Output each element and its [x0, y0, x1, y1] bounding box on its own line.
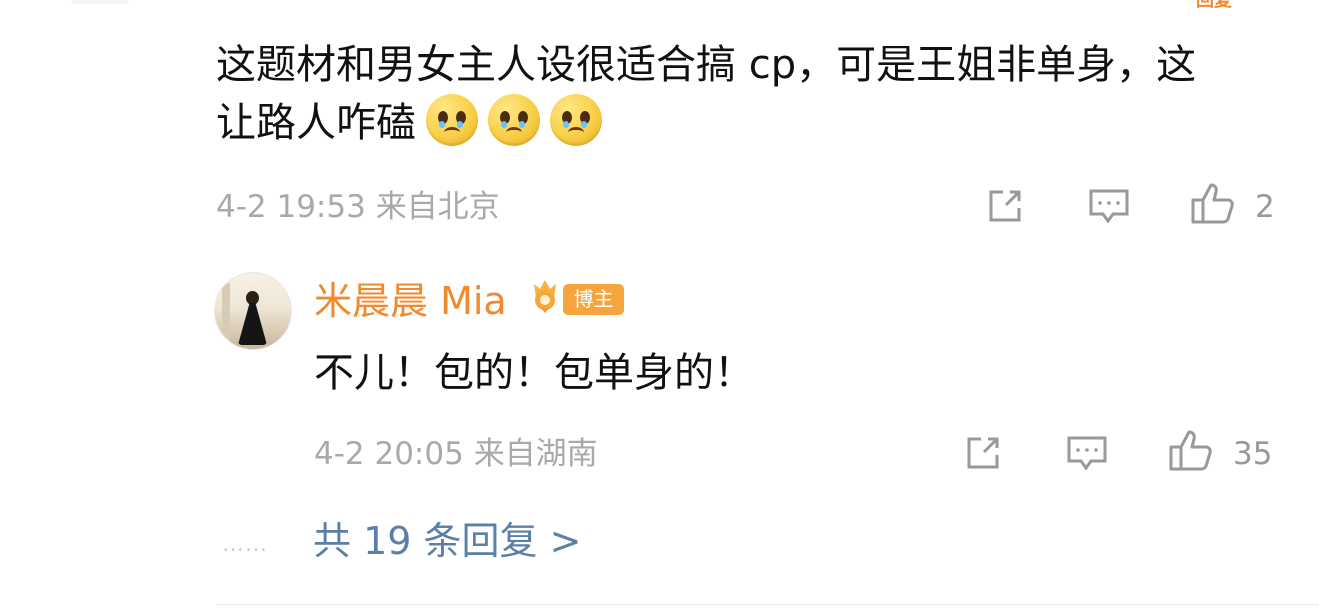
- like-button[interactable]: [1187, 181, 1239, 227]
- comment-icon: [1089, 189, 1129, 224]
- reply-text: 不儿！包的！包单身的！: [314, 350, 754, 396]
- view-replies-link[interactable]: 共 19 条回复 >: [313, 517, 581, 565]
- comment-date-time: 4-2 19:53: [216, 189, 366, 225]
- reply-meta: 4-2 20:05 来自湖南: [314, 434, 598, 474]
- comment-location: 来自北京: [375, 189, 500, 225]
- blogger-badge: 博主: [563, 284, 624, 315]
- crying-face-emoji-icon: [488, 94, 540, 146]
- comment-body: 这题材和男女主人设很适合搞 cp，可是王姐非单身，这让路人咋磕: [216, 42, 1197, 146]
- comment-button[interactable]: [1085, 185, 1133, 227]
- reply-comment-button[interactable]: [1063, 432, 1111, 474]
- comment-text: 这题材和男女主人设很适合搞 cp，可是王姐非单身，这让路人咋磕: [216, 36, 1216, 152]
- reply-location: 来自湖南: [473, 436, 598, 472]
- crying-face-emoji-icon: [426, 94, 478, 146]
- replies-dots: ……: [222, 532, 268, 557]
- avatar-pillar-shape: [222, 283, 230, 345]
- share-icon: [967, 437, 999, 469]
- reply-username[interactable]: 米晨晨 Mia: [314, 279, 507, 323]
- partial-top-label: 回复: [1196, 0, 1232, 11]
- crown-badge-icon: [534, 280, 556, 313]
- avatar-person-head: [246, 291, 259, 305]
- like-icon: [1169, 430, 1212, 471]
- reply-share-button[interactable]: [960, 432, 1006, 474]
- reply-date-time: 4-2 20:05: [314, 436, 464, 472]
- partial-top-element: [70, 0, 130, 4]
- reply-like-button[interactable]: [1165, 428, 1217, 474]
- like-icon: [1191, 183, 1234, 224]
- comment-like-count: 2: [1255, 189, 1275, 225]
- comment-meta: 4-2 19:53 来自北京: [216, 187, 500, 227]
- avatar-image[interactable]: [214, 272, 292, 350]
- crying-face-emoji-icon: [550, 94, 602, 146]
- divider: [216, 604, 1319, 605]
- share-button[interactable]: [982, 185, 1028, 227]
- comment-icon: [1067, 436, 1107, 471]
- reply-like-count: 35: [1233, 436, 1273, 472]
- avatar-person-body: [238, 303, 267, 345]
- share-icon: [989, 190, 1021, 222]
